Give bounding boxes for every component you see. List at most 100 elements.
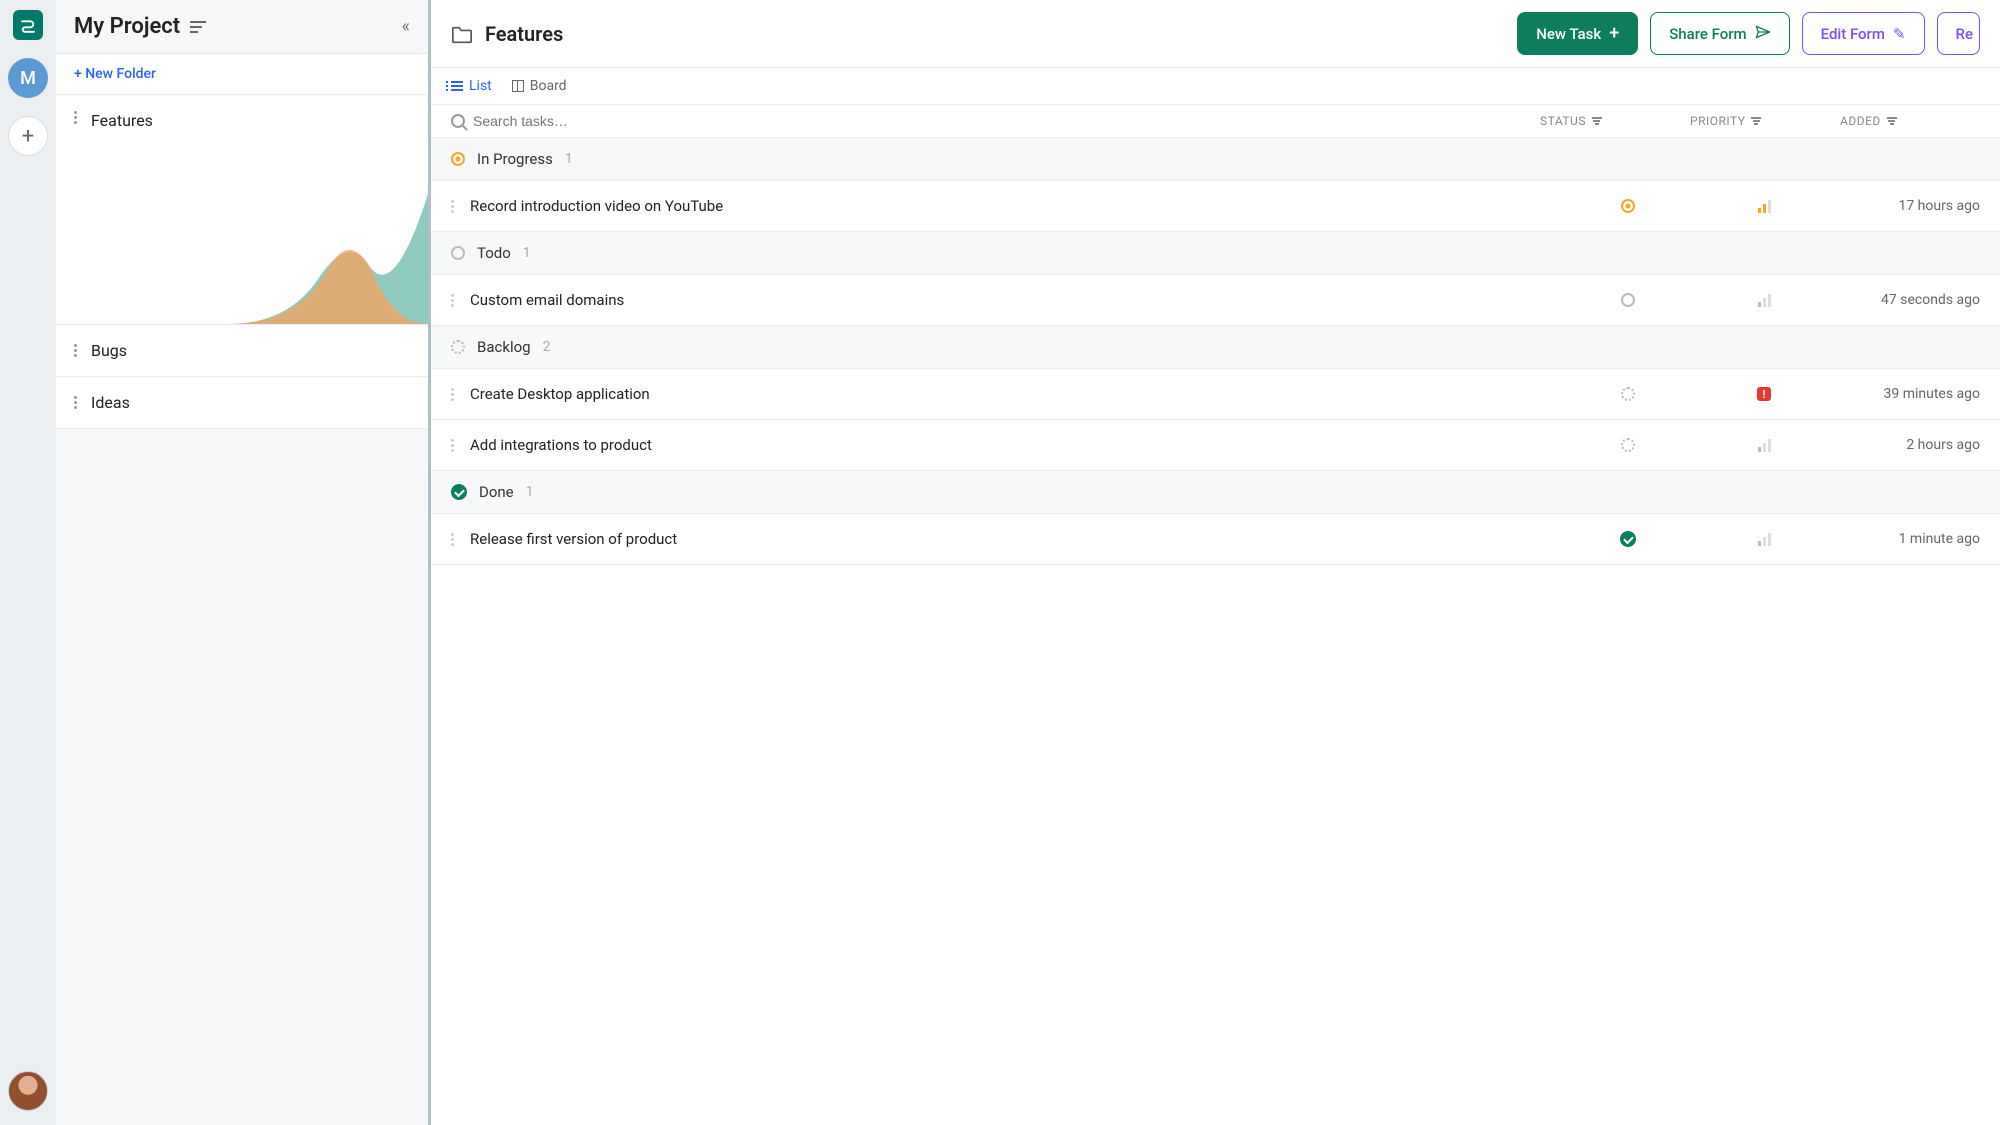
workspace-avatar[interactable]: M — [8, 58, 48, 98]
app-logo-icon[interactable] — [13, 10, 43, 40]
search-input[interactable] — [473, 113, 673, 129]
group-count: 1 — [565, 151, 573, 167]
user-avatar[interactable] — [8, 1071, 48, 1111]
new-task-button[interactable]: New Task — [1517, 12, 1638, 55]
task-added: 17 hours ago — [1840, 198, 1980, 214]
sidebar-header: My Project « — [56, 0, 428, 53]
group-header[interactable]: Done 1 — [431, 471, 2000, 514]
status-inprogress-icon — [1621, 199, 1635, 213]
filter-icon — [1751, 117, 1761, 125]
task-status-cell[interactable] — [1568, 387, 1688, 401]
task-priority-cell[interactable] — [1704, 532, 1824, 546]
add-workspace-button[interactable]: + — [8, 116, 48, 156]
pencil-icon: ✎ — [1893, 25, 1906, 43]
task-title: Release first version of product — [470, 530, 1552, 548]
task-status-cell[interactable] — [1568, 293, 1688, 307]
drag-handle-icon[interactable] — [74, 111, 77, 124]
main-content: Features New Task Share Form Edit Form ✎ — [431, 0, 2000, 1125]
group-count: 1 — [526, 484, 534, 500]
view-board-label: Board — [530, 78, 567, 94]
view-list-tab[interactable]: List — [451, 78, 492, 94]
status-inprogress-icon — [451, 152, 465, 166]
task-priority-cell[interactable] — [1704, 438, 1824, 452]
task-title: Create Desktop application — [470, 385, 1552, 403]
task-title: Custom email domains — [470, 291, 1552, 309]
view-board-tab[interactable]: Board — [512, 78, 567, 94]
folder-label: Ideas — [91, 393, 130, 412]
sidebar-item-ideas[interactable]: Ideas — [56, 377, 428, 429]
drag-handle-icon[interactable] — [74, 344, 77, 357]
filter-icon — [1887, 117, 1897, 125]
task-priority-cell[interactable]: ! — [1704, 387, 1824, 401]
group-name: Done — [479, 483, 514, 501]
task-row[interactable]: Record introduction video on YouTube 17 h… — [431, 181, 2000, 232]
task-status-cell[interactable] — [1568, 438, 1688, 452]
header-actions: New Task Share Form Edit Form ✎ Re — [1517, 12, 1980, 55]
task-row[interactable]: Release first version of product 1 minute… — [431, 514, 2000, 565]
priority-low-icon — [1758, 438, 1771, 452]
task-added: 39 minutes ago — [1840, 386, 1980, 402]
column-header-status[interactable]: STATUS — [1540, 114, 1660, 128]
folder-list: Features Bugs Ideas — [56, 95, 428, 429]
priority-low-icon — [1758, 532, 1771, 546]
priority-urgent-icon: ! — [1757, 387, 1771, 401]
folder-chart-icon — [228, 194, 428, 324]
task-added: 2 hours ago — [1840, 437, 1980, 453]
extra-button[interactable]: Re — [1937, 12, 1980, 55]
group-name: Backlog — [477, 338, 531, 356]
task-row[interactable]: Create Desktop application! 39 minutes ag… — [431, 369, 2000, 420]
share-form-label: Share Form — [1669, 25, 1746, 43]
send-icon — [1755, 25, 1771, 43]
task-row[interactable]: Custom email domains 47 seconds ago — [431, 275, 2000, 326]
task-priority-cell[interactable] — [1704, 293, 1824, 307]
folder-icon — [451, 25, 473, 43]
share-form-button[interactable]: Share Form — [1650, 12, 1789, 55]
drag-handle-icon[interactable] — [451, 294, 454, 307]
group-header[interactable]: In Progress 1 — [431, 138, 2000, 181]
task-priority-cell[interactable] — [1704, 199, 1824, 213]
project-menu-icon[interactable] — [190, 21, 206, 33]
edit-form-button[interactable]: Edit Form ✎ — [1802, 12, 1925, 55]
new-folder-button[interactable]: + New Folder — [56, 53, 428, 95]
search-icon — [451, 114, 465, 128]
task-status-cell[interactable] — [1568, 199, 1688, 213]
task-title: Record introduction video on YouTube — [470, 197, 1552, 215]
task-added: 1 minute ago — [1840, 531, 1980, 547]
plus-icon — [1609, 23, 1619, 44]
drag-handle-icon[interactable] — [451, 200, 454, 213]
sidebar-item-bugs[interactable]: Bugs — [56, 325, 428, 377]
task-title: Add integrations to product — [470, 436, 1552, 454]
column-header-added[interactable]: ADDED — [1840, 114, 1980, 128]
drag-handle-icon[interactable] — [74, 396, 77, 409]
main-header: Features New Task Share Form Edit Form ✎ — [431, 0, 2000, 68]
task-added: 47 seconds ago — [1840, 292, 1980, 308]
task-row[interactable]: Add integrations to product 2 hours ago — [431, 420, 2000, 471]
folder-label: Bugs — [91, 341, 127, 360]
list-icon — [451, 81, 463, 91]
status-todo-icon — [451, 246, 465, 260]
filter-bar: STATUS PRIORITY ADDED — [431, 105, 2000, 138]
collapse-sidebar-icon[interactable]: « — [402, 16, 410, 37]
column-headers: STATUS PRIORITY ADDED — [1540, 114, 1980, 128]
priority-low-icon — [1758, 293, 1771, 307]
group-header[interactable]: Todo1 — [431, 232, 2000, 275]
extra-button-label: Re — [1956, 25, 1973, 43]
group-name: In Progress — [477, 150, 553, 168]
column-header-priority[interactable]: PRIORITY — [1690, 114, 1810, 128]
drag-handle-icon[interactable] — [451, 439, 454, 452]
task-list: In Progress 1 Record introduction video on… — [431, 138, 2000, 1125]
sidebar-item-features[interactable]: Features — [56, 95, 428, 325]
priority-medium-icon — [1758, 199, 1771, 213]
status-backlog-icon — [1621, 438, 1635, 452]
project-title[interactable]: My Project — [74, 14, 180, 39]
group-count: 1 — [523, 245, 531, 261]
task-status-cell[interactable] — [1568, 531, 1688, 547]
group-header[interactable]: Backlog2 — [431, 326, 2000, 369]
drag-handle-icon[interactable] — [451, 533, 454, 546]
page-title: Features — [485, 22, 563, 46]
sidebar: My Project « + New Folder Features Bugs … — [56, 0, 431, 1125]
view-list-label: List — [469, 78, 492, 94]
board-icon — [512, 80, 524, 92]
drag-handle-icon[interactable] — [451, 388, 454, 401]
search-wrap — [451, 113, 1540, 129]
